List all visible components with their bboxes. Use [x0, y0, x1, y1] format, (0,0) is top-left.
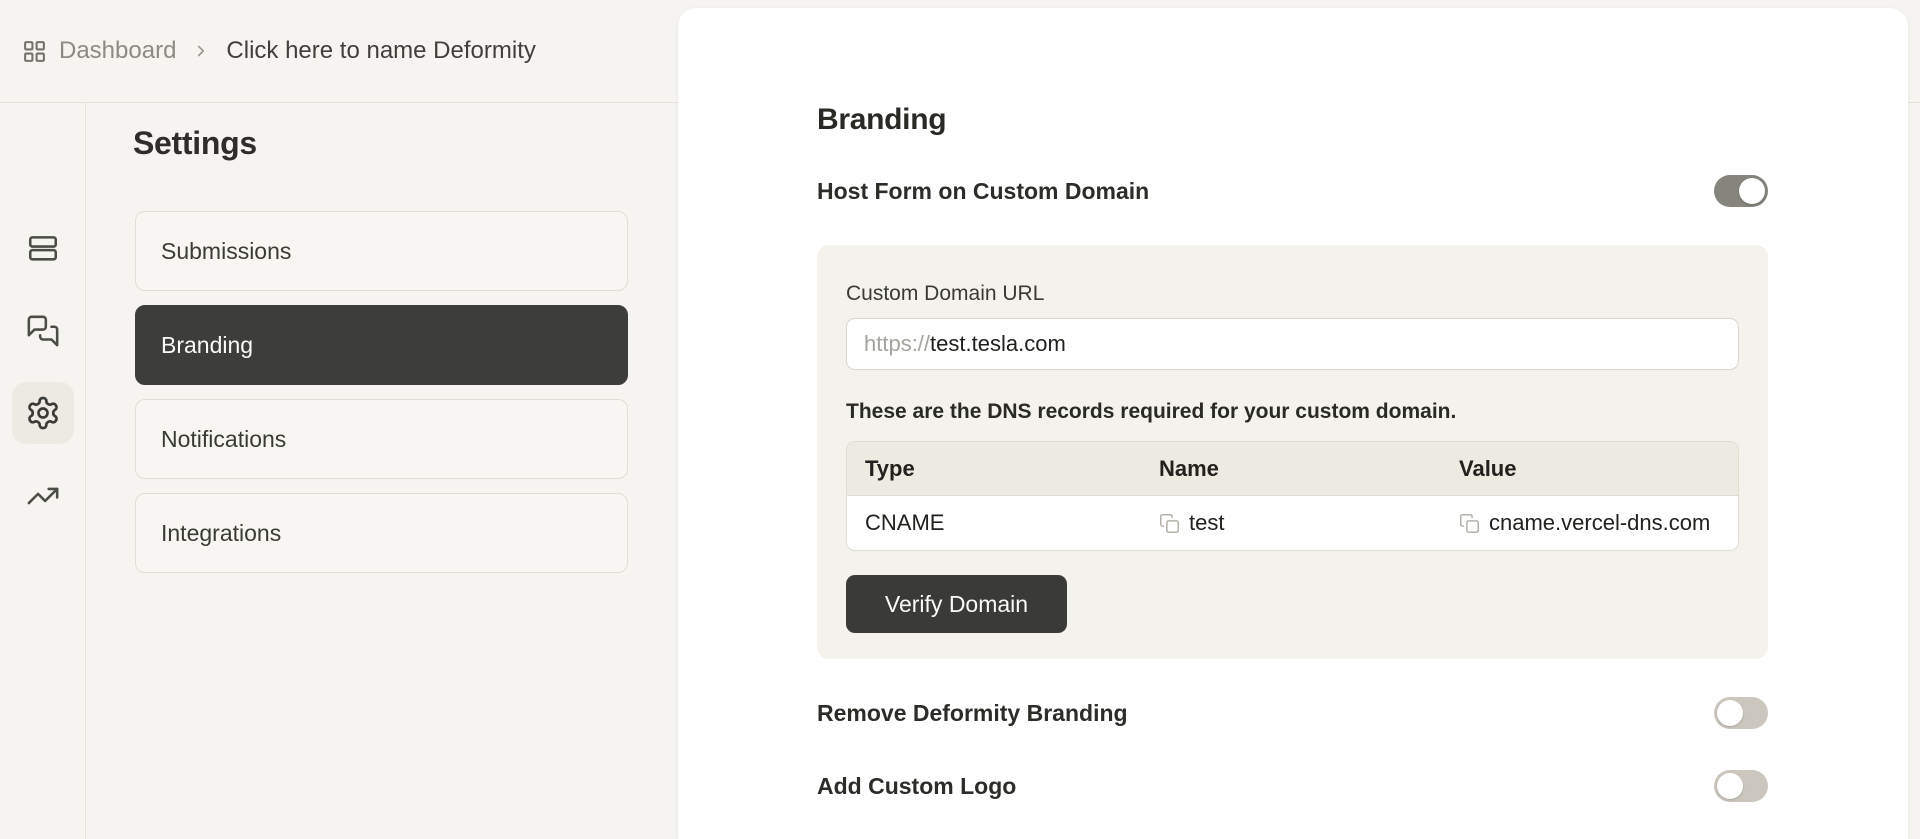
settings-nav-item-submissions[interactable]: Submissions	[135, 211, 628, 291]
analytics-nav-trending-up-icon[interactable]	[24, 477, 62, 515]
add-custom-logo-toggle[interactable]	[1714, 770, 1768, 802]
custom-domain-input[interactable]: https://test.tesla.com	[846, 318, 1739, 370]
url-value: test.tesla.com	[930, 331, 1066, 356]
settings-nav-item-notifications[interactable]: Notifications	[135, 399, 628, 479]
form-name-field[interactable]: Click here to name Deformity	[226, 37, 535, 65]
host-custom-domain-toggle[interactable]	[1714, 175, 1768, 207]
settings-panel-title: Settings	[133, 125, 257, 161]
page-title: Branding	[817, 103, 947, 136]
dns-records-table: Type Name Value CNAME test cname.vercel-…	[846, 441, 1739, 551]
dns-header-name: Name	[1159, 455, 1219, 481]
dns-header-type: Type	[865, 455, 915, 481]
icon-rail	[0, 103, 86, 839]
conversations-nav-chat-icon[interactable]	[24, 312, 62, 350]
dns-record-name-cell: test	[1141, 510, 1441, 536]
dns-record-name: test	[1189, 510, 1225, 535]
form-builder-nav-rows-icon[interactable]	[24, 229, 62, 267]
verify-domain-button[interactable]: Verify Domain	[846, 575, 1067, 633]
toggle-knob	[1717, 700, 1743, 726]
dashboard-grid-icon[interactable]	[22, 39, 47, 64]
custom-domain-section: Custom Domain URL https://test.tesla.com…	[817, 245, 1768, 659]
copy-icon[interactable]	[1459, 513, 1480, 534]
chevron-right-icon	[192, 42, 210, 60]
settings-nav-list: Submissions Branding Notifications Integ…	[135, 211, 628, 587]
dns-records-note: These are the DNS records required for y…	[846, 400, 1457, 423]
remove-branding-label: Remove Deformity Branding	[817, 699, 1128, 726]
copy-icon[interactable]	[1159, 513, 1180, 534]
settings-nav-item-integrations[interactable]: Integrations	[135, 493, 628, 573]
breadcrumb-dashboard-link[interactable]: Dashboard	[59, 37, 176, 65]
dns-header-value: Value	[1459, 455, 1517, 481]
toggle-knob	[1739, 178, 1765, 204]
host-custom-domain-row: Host Form on Custom Domain	[817, 173, 1768, 209]
dns-table-header-row: Type Name Value	[847, 442, 1738, 496]
custom-domain-url-label: Custom Domain URL	[846, 282, 1045, 305]
host-custom-domain-label: Host Form on Custom Domain	[817, 177, 1150, 204]
remove-branding-row: Remove Deformity Branding	[817, 695, 1768, 731]
dns-record-value-cell: cname.vercel-dns.com	[1441, 510, 1738, 536]
add-custom-logo-label: Add Custom Logo	[817, 772, 1017, 799]
toggle-knob	[1717, 773, 1743, 799]
remove-branding-toggle[interactable]	[1714, 697, 1768, 729]
url-scheme-prefix: https://	[864, 331, 931, 356]
settings-nav-gear-icon[interactable]	[12, 382, 74, 444]
dns-table-row: CNAME test cname.vercel-dns.com	[847, 496, 1738, 550]
add-custom-logo-row: Add Custom Logo	[817, 768, 1768, 804]
branding-settings-card: Branding Host Form on Custom Domain Cust…	[678, 8, 1908, 839]
dns-record-value: cname.vercel-dns.com	[1489, 510, 1711, 535]
settings-nav-item-branding[interactable]: Branding	[135, 305, 628, 385]
dns-record-type: CNAME	[865, 510, 945, 535]
